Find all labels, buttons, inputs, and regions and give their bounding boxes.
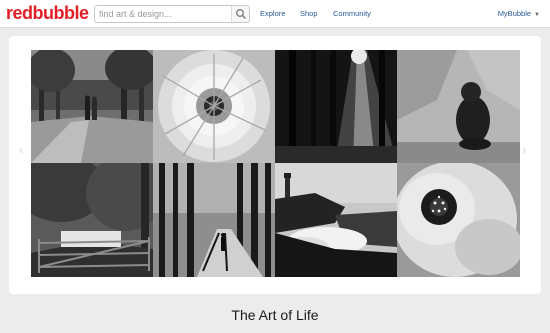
forest-light-image (275, 50, 397, 163)
nav-explore-link[interactable]: Explore (260, 9, 285, 19)
photo-lighthouse-waves[interactable] (275, 163, 397, 277)
lighthouse-image (275, 163, 397, 277)
photo-forest-sunbeams[interactable] (275, 50, 397, 163)
garden-gate-image (31, 163, 153, 277)
collection-title: The Art of Life (231, 307, 319, 323)
photo-collage (31, 50, 520, 277)
account-menu[interactable]: MyBubble ▼ (498, 9, 540, 20)
search-button[interactable] (231, 6, 249, 22)
photo-gorilla-on-rock[interactable] (397, 50, 520, 163)
woodland-image (153, 163, 275, 277)
park-path-image (31, 50, 153, 163)
top-navigation-bar: redbubble Explore Shop Community MyBubbl… (0, 0, 550, 28)
search-input[interactable] (99, 7, 229, 21)
nav-shop-link[interactable]: Shop (300, 9, 318, 19)
photo-woodland-walk[interactable] (153, 163, 275, 277)
photo-flower-macro[interactable] (397, 163, 520, 277)
logo-text-red: red (6, 3, 33, 23)
search-box (94, 5, 250, 23)
chevron-down-icon: ▼ (534, 12, 540, 18)
flower-macro-image (397, 163, 520, 277)
gorilla-image (397, 50, 520, 163)
photo-chrysanthemum-flower[interactable] (153, 50, 275, 163)
photo-garden-gate-trees[interactable] (31, 163, 153, 277)
logo-text-bubble: bubble (32, 3, 90, 23)
redbubble-logo[interactable]: redbubble (6, 3, 89, 23)
search-icon (236, 9, 246, 19)
carousel-next-arrow[interactable]: › (522, 142, 526, 157)
flower-image (153, 50, 275, 163)
nav-community-link[interactable]: Community (333, 9, 371, 19)
photo-couple-walking-park[interactable] (31, 50, 153, 163)
carousel-prev-arrow[interactable]: ‹ (19, 142, 23, 157)
account-label: MyBubble (497, 9, 532, 18)
